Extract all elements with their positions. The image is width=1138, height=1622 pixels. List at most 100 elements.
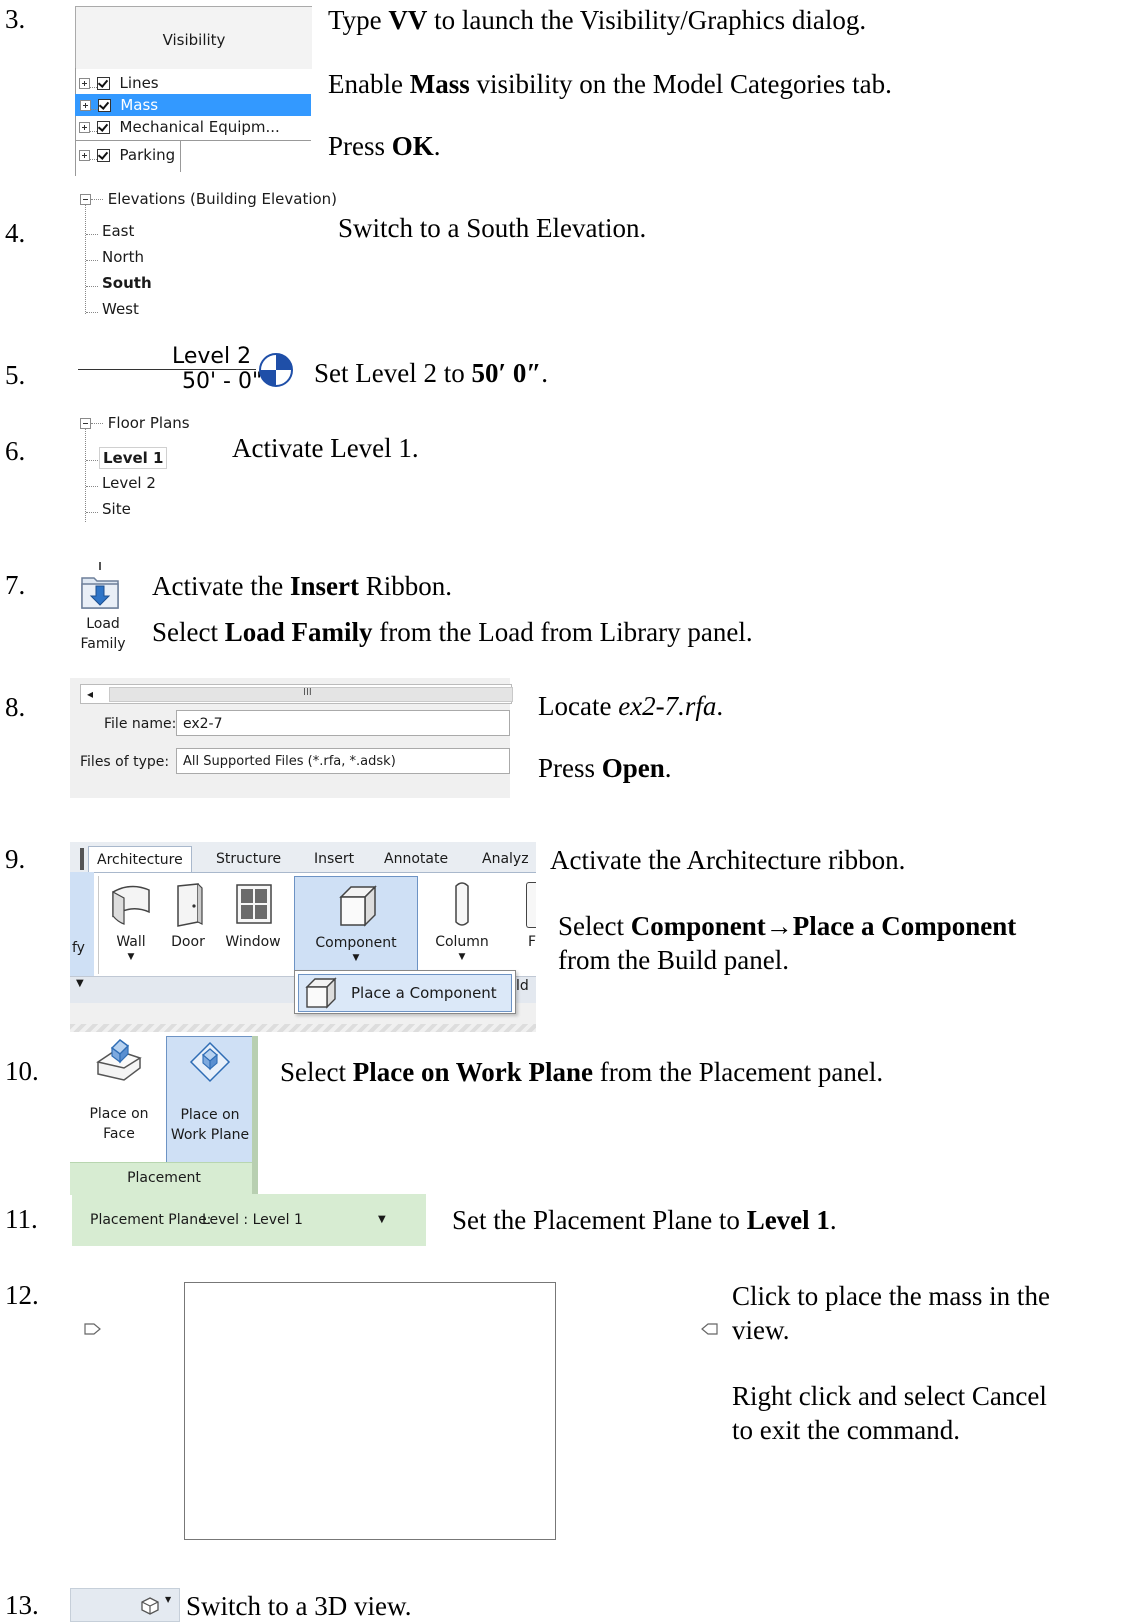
wall-tool[interactable]: Wall ▼ [106,876,156,972]
checkbox-checked[interactable] [97,99,111,112]
tab-annotate[interactable]: Annotate [384,846,448,872]
place-on-face-icon [96,1039,142,1081]
scroll-grip: III [303,687,312,698]
instruction-line: Select Component→Place a Component [558,911,1017,941]
tree-root-elevations[interactable]: Elevations (Building Elevation) [80,190,337,208]
horizontal-scrollbar[interactable]: ◂ III [80,684,513,704]
tree-item-west[interactable]: West [102,300,139,318]
category-row-lines[interactable]: Lines [79,72,311,94]
tree-item-north[interactable]: North [102,248,144,266]
component-tool-active[interactable]: Component ▼ [294,876,418,974]
step-number: 5. [5,360,26,390]
tree-item-site[interactable]: Site [102,500,131,518]
step-number: 6. [5,436,26,466]
visibility-column-header[interactable]: Visibility [75,6,312,69]
place-on-work-plane-button-active[interactable]: Place on Work Plane [166,1036,254,1164]
level-marker[interactable]: Level 2 50' - 0" [78,344,298,404]
column-tool[interactable]: Column ▼ [430,876,494,972]
place-a-component-item[interactable]: Place a Component [298,974,512,1012]
build-panel-label-cut: ld [516,978,529,994]
place-on-face-button[interactable]: Place on Face [76,1036,162,1162]
step-number: 7. [5,570,26,600]
wall-icon [112,885,150,925]
instruction-line: Set Level 2 to 50′ 0″. [314,358,548,388]
instruction-line: Select Load Family from the Load from Li… [152,617,753,647]
door-icon [177,883,203,927]
file-name-label: File name: [104,716,177,732]
step-number: 13. [5,1590,39,1620]
instruction-line: from the Build panel. [558,945,789,975]
placement-panel: Place on Face Place on Work Plane Placem… [70,1036,258,1196]
tree-item-east[interactable]: East [102,222,134,240]
step-number: 3. [5,4,26,34]
floor-icon-partial [526,882,536,928]
file-type-select[interactable]: All Supported Files (*.rfa, *.adsk) [176,748,510,774]
expand-icon[interactable] [79,150,90,161]
dropdown-arrow-icon[interactable]: ▼ [106,952,156,962]
category-row-mass-selected[interactable]: Mass [75,94,311,116]
placement-plane-label: Placement Plane: [90,1212,212,1228]
instruction-line: Enable Mass visibility on the Model Cate… [328,69,892,99]
tree-item-level-1-active[interactable]: Level 1 [99,447,168,469]
dropdown-arrow-icon[interactable]: ▼ [430,952,494,962]
instruction-line: view. [732,1315,790,1345]
tab-structure[interactable]: Structure [216,846,281,872]
door-tool[interactable]: Door [166,876,210,972]
load-family-button[interactable]: Load Family [74,562,132,660]
expand-icon[interactable] [79,100,91,111]
component-icon [339,885,377,927]
step-number: 10. [5,1056,39,1086]
category-row-parking[interactable]: Parking [79,144,311,166]
tree-item-south-selected[interactable]: South [102,274,152,292]
level-name[interactable]: Level 2 [172,344,251,370]
step-number: 9. [5,844,26,874]
step-number: 4. [5,218,26,248]
instruction-line: Select Place on Work Plane from the Plac… [280,1057,884,1087]
placement-plane-select[interactable]: Level : Level 1 ▼ [202,1208,398,1232]
category-row-mechanical[interactable]: Mechanical Equipm... [79,116,311,138]
instruction-line: to exit the command. [732,1415,960,1445]
floor-tool-cut[interactable]: F [528,934,536,950]
tree-item-level-2[interactable]: Level 2 [102,474,156,492]
chevron-down-icon[interactable]: ▼ [378,1208,386,1232]
scroll-left-arrow-icon[interactable]: ◂ [87,685,93,703]
modify-tool-cut[interactable]: fy [72,940,85,956]
panel-expand-arrow-icon[interactable]: ▼ [76,978,84,989]
level-elevation-value[interactable]: 50' - 0" [182,369,262,395]
level-head-icon [259,353,293,387]
tab-architecture[interactable]: Architecture [88,846,192,873]
expand-icon[interactable] [79,78,90,89]
tree-root-floor-plans[interactable]: Floor Plans [80,414,190,432]
view-3d-button[interactable]: ▼ [70,1588,180,1622]
checkbox-checked[interactable] [97,149,110,162]
expand-icon[interactable] [79,122,90,133]
chevron-down-icon[interactable]: ▼ [165,1595,171,1604]
view-edge-arrow-left-icon [84,1323,101,1335]
placement-plane-bar: Placement Plane: Level : Level 1 ▼ [72,1194,426,1246]
floor-plan-tree: Floor Plans Level 1 Level 2 Site [80,414,240,534]
load-family-label-1: Load [86,616,120,632]
file-name-input[interactable]: ex2-7 [176,710,510,736]
placement-panel-label: Placement [70,1162,258,1195]
window-icon [236,884,272,924]
window-tool[interactable]: Window [220,876,286,972]
load-family-icon [81,577,119,609]
mass-placement-view[interactable] [184,1282,556,1540]
instruction-line: Press OK. [328,131,441,161]
architecture-ribbon: Architecture Structure Insert Annotate A… [70,842,536,1032]
file-type-label: Files of type: [80,754,170,770]
step-number: 11. [5,1204,38,1234]
load-family-label-2: Family [80,636,126,652]
step-number: 12. [5,1280,39,1310]
place-on-work-plane-icon [189,1041,231,1083]
elevation-tree: Elevations (Building Elevation) East Nor… [80,190,380,330]
dropdown-arrow-icon[interactable]: ▼ [295,953,417,963]
instruction-line: Switch to a 3D view. [186,1591,412,1621]
checkbox-checked[interactable] [97,77,110,90]
instruction-line: Type VV to launch the Visibility/Graphic… [328,5,867,35]
instruction-line: Set the Placement Plane to Level 1. [452,1205,837,1235]
tab-insert[interactable]: Insert [314,846,354,872]
default-3d-view-icon [141,1597,159,1615]
checkbox-checked[interactable] [97,121,110,134]
tab-analyze[interactable]: Analyz [482,846,529,872]
